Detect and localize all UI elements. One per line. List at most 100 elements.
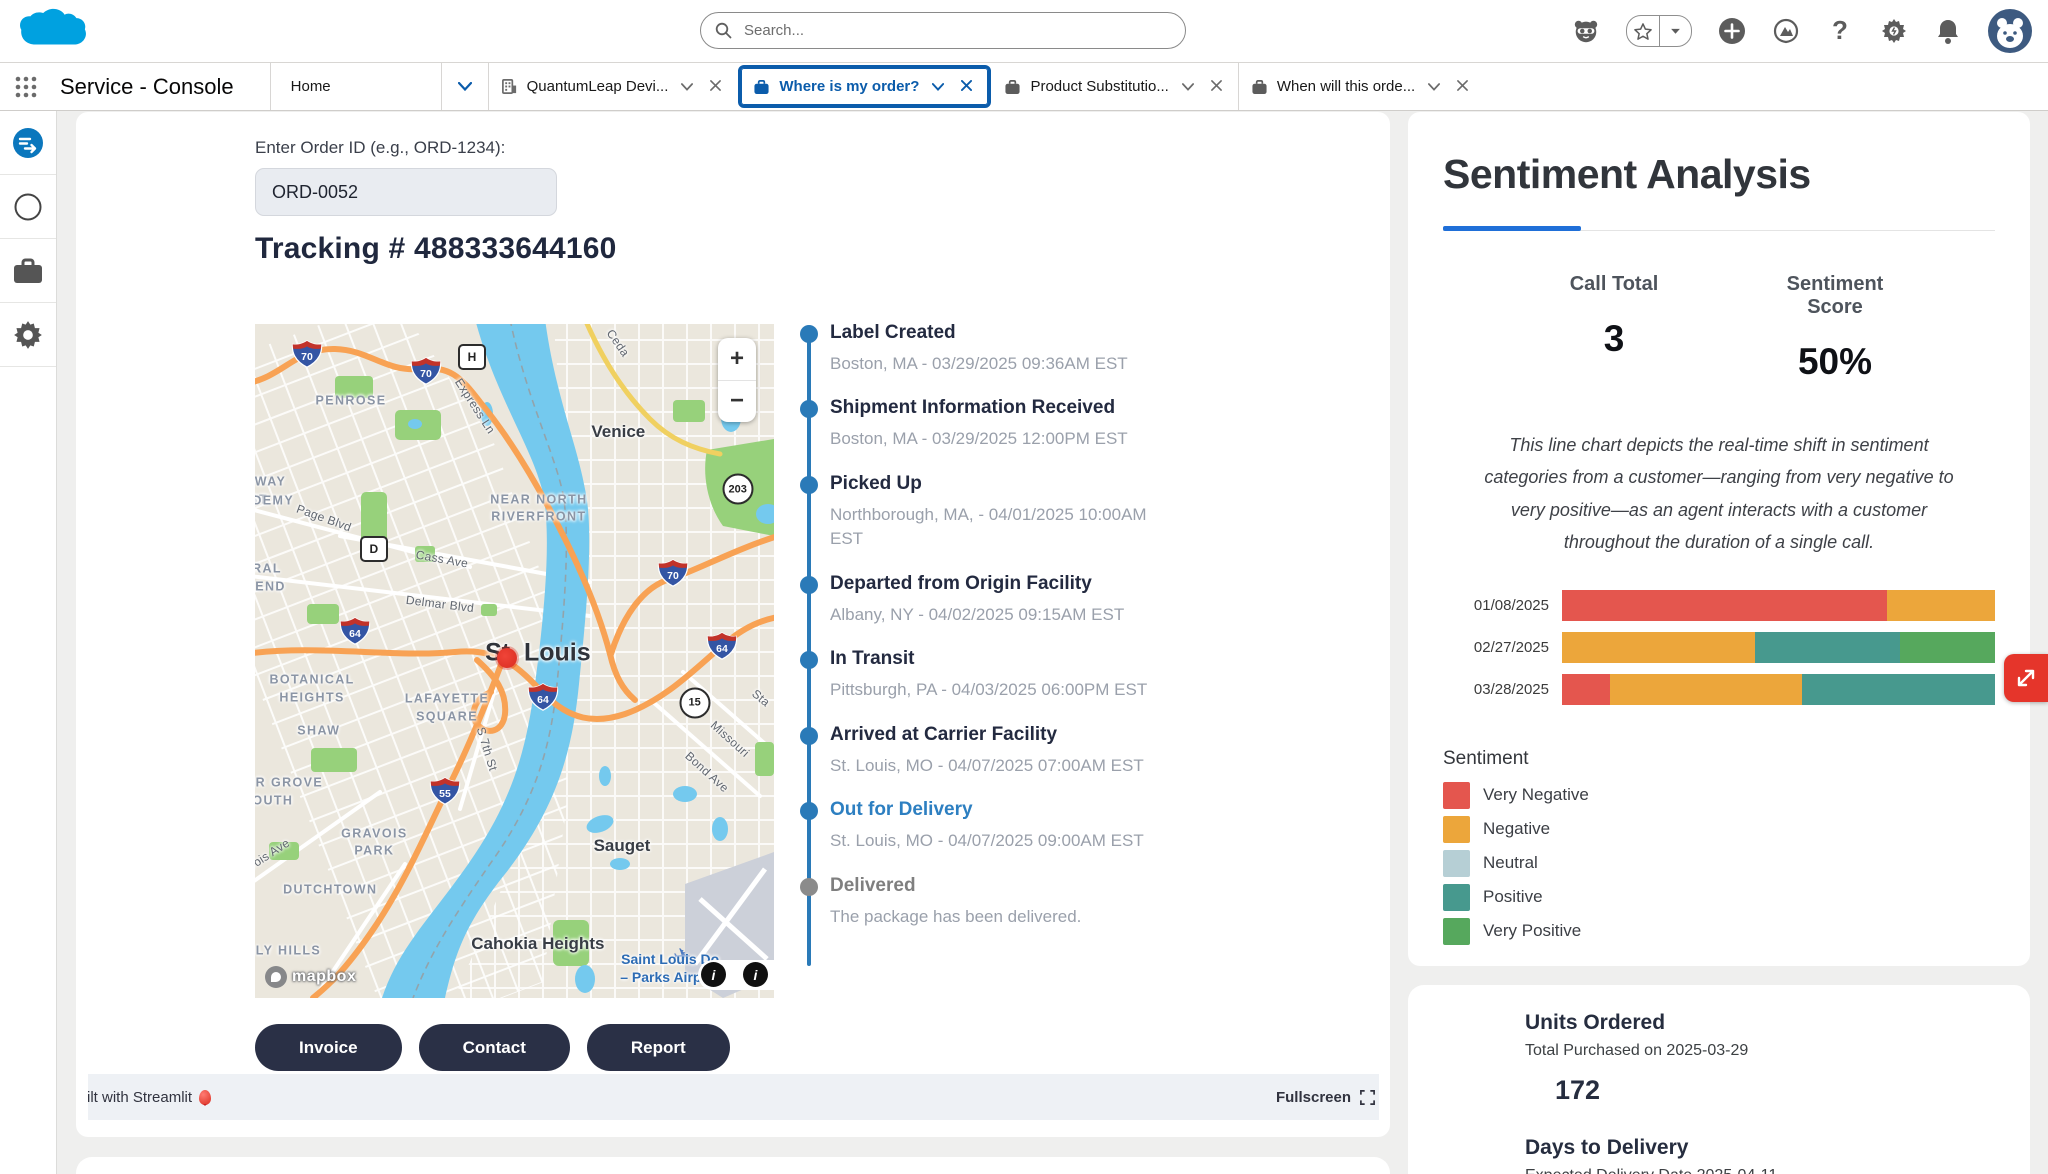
map-zoom-out-button[interactable]: − xyxy=(718,381,756,423)
bar-segment-very-negative xyxy=(1562,674,1610,705)
sentiment-description: This line chart depicts the real-time sh… xyxy=(1443,429,1995,559)
order-tracker-card: Enter Order ID (e.g., ORD-1234): Trackin… xyxy=(76,112,1390,1137)
expand-panel-button[interactable] xyxy=(2004,654,2048,702)
tab-chevron-icon[interactable] xyxy=(928,77,948,96)
timeline-step: Shipment Information ReceivedBoston, MA … xyxy=(830,397,1200,451)
invoice-button[interactable]: Invoice xyxy=(255,1024,402,1071)
timeline-dot xyxy=(800,576,818,594)
built-with-streamlit[interactable]: ilt with Streamlit xyxy=(88,1089,211,1106)
bar-segment-positive xyxy=(1755,632,1900,663)
timeline-dot xyxy=(800,325,818,343)
timeline-step: Picked UpNorthborough, MA, - 04/01/2025 … xyxy=(830,473,1200,552)
tab-home[interactable]: Home xyxy=(271,63,441,110)
chart-row-label: 03/28/2025 xyxy=(1443,681,1562,698)
legend-swatch xyxy=(1443,816,1470,843)
legend-swatch xyxy=(1443,850,1470,877)
shipment-location-marker xyxy=(497,648,517,668)
console-tab-bar: Service - Console Home QuantumLeap Devi.… xyxy=(0,63,2048,111)
tab-when-will-this-orde[interactable]: When will this orde... xyxy=(1239,63,1484,110)
chart-row-label: 02/27/2025 xyxy=(1443,639,1562,656)
search-input[interactable] xyxy=(742,21,1171,40)
header-actions: ? xyxy=(1572,0,2032,62)
case-icon xyxy=(1004,79,1021,95)
sentiment-title: Sentiment Analysis xyxy=(1443,151,1995,198)
map-zoom-in-button[interactable]: + xyxy=(718,338,756,381)
tab-product-substitutio[interactable]: Product Substitutio... xyxy=(992,63,1237,110)
balloon-icon xyxy=(199,1090,211,1105)
chart-row: 02/27/2025 xyxy=(1443,632,1995,663)
timeline-dot xyxy=(800,651,818,669)
sidebar-item-omni-channel[interactable] xyxy=(0,111,56,175)
tab-chevron-icon[interactable] xyxy=(1178,77,1198,96)
tracking-number-title: Tracking # 488333644160 xyxy=(255,232,617,266)
sentiment-legend: Sentiment Very NegativeNegativeNeutralPo… xyxy=(1443,748,1995,945)
legend-item: Very Negative xyxy=(1443,782,1995,809)
mapbox-logo[interactable]: mapbox xyxy=(265,966,356,988)
map-feedback-icon[interactable]: i xyxy=(743,962,768,987)
tab-where-is-my-order[interactable]: Where is my order? xyxy=(738,65,991,108)
map-zoom-control: + − xyxy=(718,338,756,422)
timeline-dot xyxy=(800,400,818,418)
global-header: ? xyxy=(0,0,2048,63)
global-search[interactable] xyxy=(700,12,1186,49)
favorites-star-icon[interactable] xyxy=(1627,16,1659,46)
legend-title: Sentiment xyxy=(1443,748,1995,770)
search-icon xyxy=(715,22,732,39)
timeline-dot xyxy=(800,476,818,494)
streamlit-footer: ilt with Streamlit Fullscreen xyxy=(88,1074,1379,1120)
map-info-icon[interactable]: i xyxy=(701,962,726,987)
tab-quantumleap-devi[interactable]: QuantumLeap Devi... xyxy=(489,63,738,110)
timeline-step: In TransitPittsburgh, PA - 04/03/2025 06… xyxy=(830,648,1200,702)
user-avatar[interactable] xyxy=(1988,9,2032,53)
svg-text:?: ? xyxy=(1832,17,1848,45)
bar-segment-negative xyxy=(1562,632,1755,663)
home-dropdown-chevron-icon[interactable] xyxy=(442,63,488,110)
guidance-center-icon[interactable] xyxy=(1772,17,1800,45)
record-circle-icon xyxy=(13,192,43,222)
sentiment-tab-indicator[interactable] xyxy=(1443,225,1995,231)
bar-segment-very-positive xyxy=(1900,632,1995,663)
global-add-icon[interactable] xyxy=(1718,17,1746,45)
help-icon[interactable]: ? xyxy=(1826,17,1854,45)
legend-item: Positive xyxy=(1443,884,1995,911)
legend-item: Negative xyxy=(1443,816,1995,843)
sidebar-item-cases[interactable] xyxy=(0,239,56,303)
units-ordered-value: 172 xyxy=(1555,1075,2000,1106)
tab-chevron-icon[interactable] xyxy=(677,77,697,96)
tab-close-icon[interactable] xyxy=(1207,77,1226,96)
einstein-assistant-icon[interactable] xyxy=(1572,17,1600,45)
stacked-bar xyxy=(1562,674,1995,705)
contact-button[interactable]: Contact xyxy=(419,1024,570,1071)
favorites-caret-icon[interactable] xyxy=(1659,16,1692,46)
content-region: Enter Order ID (e.g., ORD-1234): Trackin… xyxy=(0,111,2048,1174)
shipment-map[interactable]: ✈ PENROSEKINGSWAY WESTVeniceNEAR NORTH R… xyxy=(255,324,774,998)
chart-row: 03/28/2025 xyxy=(1443,674,1995,705)
legend-swatch xyxy=(1443,918,1470,945)
utility-sidebar xyxy=(0,111,57,1174)
fullscreen-button[interactable]: Fullscreen xyxy=(1276,1089,1376,1106)
notifications-bell-icon[interactable] xyxy=(1934,17,1962,45)
order-id-input[interactable] xyxy=(255,168,557,216)
bar-segment-negative xyxy=(1610,674,1803,705)
tab-chevron-icon[interactable] xyxy=(1424,77,1444,96)
favorites-control xyxy=(1626,15,1692,47)
legend-swatch xyxy=(1443,782,1470,809)
case-icon xyxy=(753,79,770,95)
sidebar-item-record-circle[interactable] xyxy=(0,175,56,239)
airport-plane-icon: ✈ xyxy=(673,944,691,969)
sentiment-analysis-card: Sentiment Analysis Call Total 3 Sentimen… xyxy=(1408,112,2030,966)
tab-close-icon[interactable] xyxy=(706,77,725,96)
cases-icon xyxy=(12,257,44,285)
tab-close-icon[interactable] xyxy=(957,77,976,96)
tab-close-icon[interactable] xyxy=(1453,77,1472,96)
timeline-step: Arrived at Carrier FacilitySt. Louis, MO… xyxy=(830,724,1200,778)
app-launcher-icon[interactable] xyxy=(0,63,52,110)
units-ordered-title: Units Ordered xyxy=(1525,1011,2000,1035)
sentiment-stacked-bar-chart: 01/08/2025 02/27/2025 03/28/2025 xyxy=(1443,590,1995,705)
report-button[interactable]: Report xyxy=(587,1024,730,1071)
setup-gear-icon[interactable] xyxy=(1880,17,1908,45)
sidebar-item-settings[interactable] xyxy=(0,303,56,367)
call-total-stat: Call Total 3 xyxy=(1468,273,1760,383)
chart-row: 01/08/2025 xyxy=(1443,590,1995,621)
bar-segment-positive xyxy=(1802,674,1995,705)
